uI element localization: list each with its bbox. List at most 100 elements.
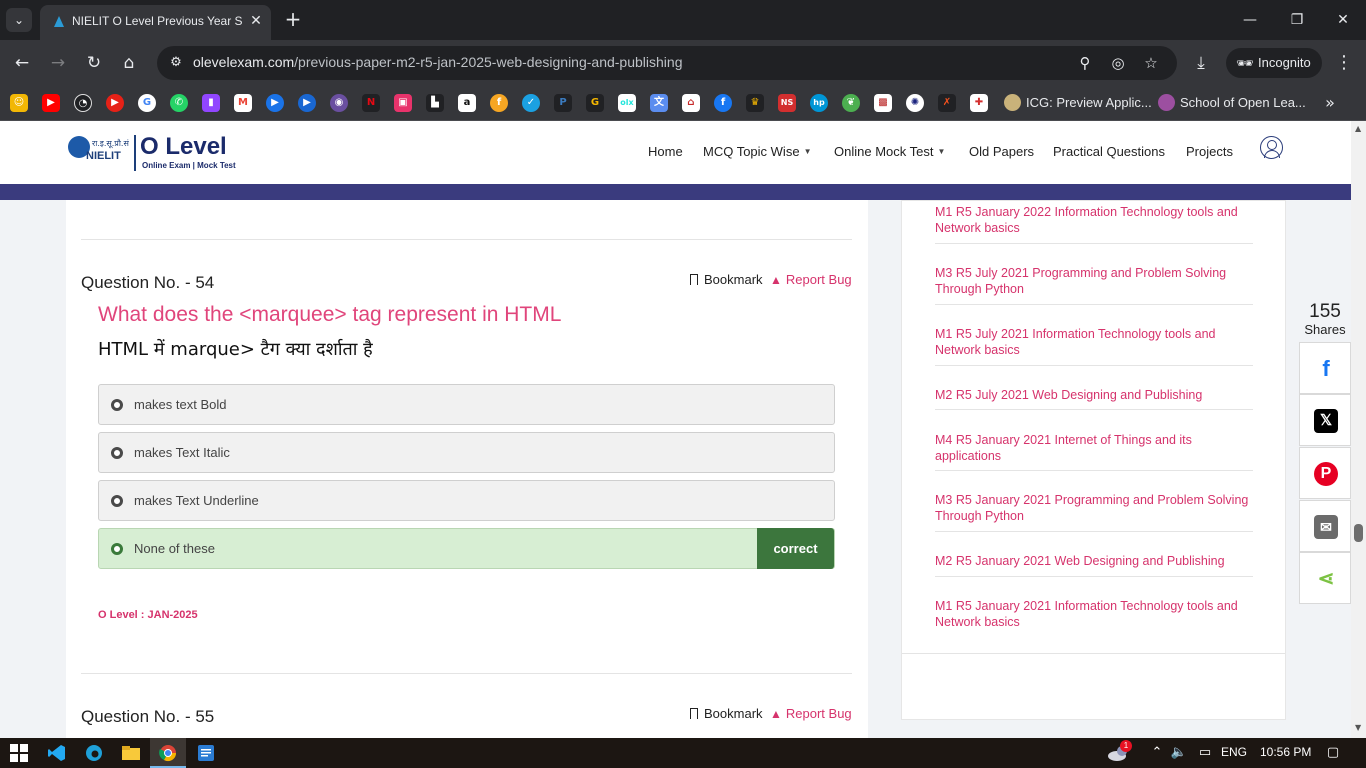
bookmark-facebook-icon[interactable]: f <box>714 94 732 112</box>
option-d-correct[interactable]: None of these correct <box>98 528 835 569</box>
nav-practical-questions[interactable]: Practical Questions <box>1053 144 1165 159</box>
close-window-button[interactable]: ✕ <box>1333 10 1353 30</box>
sidebar-link[interactable]: M2 R5 July 2021 Web Designing and Publis… <box>935 387 1253 403</box>
bookmarks-overflow-icon[interactable]: » <box>1320 92 1340 114</box>
bookmark-bank-icon[interactable]: ⌂ <box>682 94 700 112</box>
file-explorer-icon[interactable] <box>121 743 141 763</box>
option-a[interactable]: makes text Bold <box>98 384 835 425</box>
bookmark-netflix-icon[interactable]: N <box>362 94 380 112</box>
bookmark-flipkart-icon[interactable]: f <box>490 94 508 112</box>
bookmark-emblem-icon[interactable]: ♛ <box>746 94 764 112</box>
bookmark-medical-icon[interactable]: ✚ <box>970 94 988 112</box>
bookmark-amazon-icon[interactable]: a <box>458 94 476 112</box>
scroll-up-icon[interactable]: ▲ <box>1355 124 1361 133</box>
chrome-icon[interactable] <box>158 743 178 763</box>
bookmark-university-icon[interactable]: ▩ <box>874 94 892 112</box>
bookmark-twitch-icon[interactable]: ▮ <box>202 94 220 112</box>
bookmark-ytmusic-icon[interactable]: ▶ <box>106 94 124 112</box>
bookmark-olx-icon[interactable]: olx <box>618 94 636 112</box>
bookmark-x-icon[interactable]: ✗ <box>938 94 956 112</box>
user-account-icon[interactable] <box>1260 136 1283 159</box>
nav-mcq-topic-wise[interactable]: MCQ Topic Wise ▼ <box>703 144 811 159</box>
clock[interactable]: 10:56 PM <box>1260 745 1311 759</box>
bookmark-icg-preview[interactable]: ICG: Preview Applic... <box>1004 92 1152 114</box>
new-tab-button[interactable]: + <box>282 8 304 30</box>
sidebar-link[interactable]: M1 R5 January 2021 Information Technolog… <box>935 598 1253 630</box>
forward-arrow-icon[interactable]: → <box>47 52 69 74</box>
nav-old-papers[interactable]: Old Papers <box>969 144 1034 159</box>
bookmark-whatsapp-icon[interactable]: ✆ <box>170 94 188 112</box>
word-icon[interactable] <box>196 743 216 763</box>
site-logo[interactable]: रा.इ.सू.प्रौ.सं NIELIT O Level Online Ex… <box>68 133 240 173</box>
incognito-indicator[interactable]: 🕶 Incognito <box>1226 48 1322 78</box>
bookmark-google-icon[interactable]: G <box>138 94 156 112</box>
nav-projects[interactable]: Projects <box>1186 144 1233 159</box>
bookmark-translate-icon[interactable]: 文 <box>650 94 668 112</box>
tab-search-button[interactable]: ⌄ <box>6 8 32 32</box>
eye-off-icon[interactable]: ◎ <box>1108 53 1128 73</box>
notifications-icon[interactable]: ▢ <box>1324 744 1342 762</box>
bookmark-leaf-icon[interactable]: ❦ <box>842 94 860 112</box>
address-bar[interactable]: ⚙ olevelexam.com/previous-paper-m2-r5-ja… <box>157 46 1177 80</box>
bookmark-button[interactable]: Bookmark <box>690 272 763 287</box>
nav-online-mock-test[interactable]: Online Mock Test ▼ <box>834 144 945 159</box>
tray-overflow-icon[interactable]: ⌃ <box>1148 744 1166 762</box>
tab-close-icon[interactable]: ✕ <box>248 13 264 29</box>
option-b[interactable]: makes Text Italic <box>98 432 835 473</box>
bookmark-g-icon[interactable]: G <box>586 94 604 112</box>
share-pinterest-button[interactable]: P <box>1299 447 1351 499</box>
url-text[interactable]: olevelexam.com/previous-paper-m2-r5-jan-… <box>193 54 682 70</box>
next-bookmark-button[interactable]: Bookmark <box>690 706 763 721</box>
scrollbar-thumb[interactable] <box>1354 524 1363 542</box>
bookmark-school-open-learning[interactable]: School of Open Lea... <box>1158 92 1306 114</box>
edge-icon[interactable] <box>84 743 104 763</box>
minimize-window-button[interactable]: — <box>1240 10 1260 30</box>
share-x-button[interactable]: 𝕏 <box>1299 394 1351 446</box>
question-source-tag[interactable]: O Level : JAN-2025 <box>98 609 198 621</box>
bookmark-gmail-icon[interactable]: M <box>234 94 252 112</box>
share-email-button[interactable]: ✉ <box>1299 500 1351 552</box>
vscode-icon[interactable] <box>47 743 67 763</box>
language-indicator[interactable]: ENG <box>1221 745 1247 759</box>
restore-window-button[interactable]: ❐ <box>1287 10 1307 30</box>
sidebar-link[interactable]: M3 R5 July 2021 Programming and Problem … <box>935 265 1253 297</box>
browser-menu-icon[interactable]: ⋮ <box>1334 52 1354 74</box>
bookmark-stack-icon[interactable]: ▙ <box>426 94 444 112</box>
sidebar-link[interactable]: M1 R5 January 2022 Information Technolog… <box>935 204 1253 236</box>
network-icon[interactable]: ▭ <box>1196 744 1214 762</box>
bookmark-disc-icon[interactable]: ◉ <box>330 94 348 112</box>
bookmark-check-icon[interactable]: ✓ <box>522 94 540 112</box>
next-report-bug-button[interactable]: ▲ Report Bug <box>770 706 852 721</box>
zoom-icon[interactable]: ⚲ <box>1075 53 1095 73</box>
share-more-button[interactable]: ⋖ <box>1299 552 1351 604</box>
report-bug-button[interactable]: ▲ Report Bug <box>770 272 852 287</box>
option-c[interactable]: makes Text Underline <box>98 480 835 521</box>
home-icon[interactable]: ⌂ <box>118 52 140 74</box>
bookmark-github-icon[interactable]: ◔ <box>74 94 92 112</box>
bookmark-calendar-icon[interactable]: ▣ <box>394 94 412 112</box>
bookmark-star-icon[interactable]: ☆ <box>1141 53 1161 73</box>
site-info-icon[interactable]: ⚙ <box>165 52 187 74</box>
scroll-down-icon[interactable]: ▼ <box>1355 723 1361 732</box>
download-icon[interactable]: ⤓ <box>1190 52 1212 74</box>
bookmark-paypal-icon[interactable]: P <box>554 94 572 112</box>
bookmark-ns-icon[interactable]: NS <box>778 94 796 112</box>
volume-icon[interactable]: 🔈 <box>1170 744 1188 762</box>
sidebar-link[interactable]: M2 R5 January 2021 Web Designing and Pub… <box>935 553 1253 569</box>
reload-icon[interactable]: ↻ <box>83 52 105 74</box>
sidebar-link[interactable]: M3 R5 January 2021 Programming and Probl… <box>935 492 1253 524</box>
back-arrow-icon[interactable]: ← <box>11 52 33 74</box>
bookmark-seal-icon[interactable]: ✺ <box>906 94 924 112</box>
sidebar-link[interactable]: M4 R5 January 2021 Internet of Things an… <box>935 432 1253 464</box>
share-facebook-button[interactable]: f <box>1299 342 1351 394</box>
bookmark-smiley-icon[interactable]: ☺ <box>10 94 28 112</box>
bookmark-youtube-icon[interactable]: ▶ <box>42 94 60 112</box>
page-scrollbar[interactable]: ▲ ▼ <box>1351 121 1366 738</box>
bookmark-hp-icon[interactable]: hp <box>810 94 828 112</box>
browser-tab-active[interactable]: NIELIT O Level Previous Year So ✕ <box>40 5 271 40</box>
bookmark-meet-icon[interactable]: ▶ <box>298 94 316 112</box>
bookmark-play-icon[interactable]: ▶ <box>266 94 284 112</box>
nav-home[interactable]: Home <box>648 144 683 159</box>
windows-start-icon[interactable] <box>9 743 29 763</box>
sidebar-link[interactable]: M1 R5 July 2021 Information Technology t… <box>935 326 1253 358</box>
